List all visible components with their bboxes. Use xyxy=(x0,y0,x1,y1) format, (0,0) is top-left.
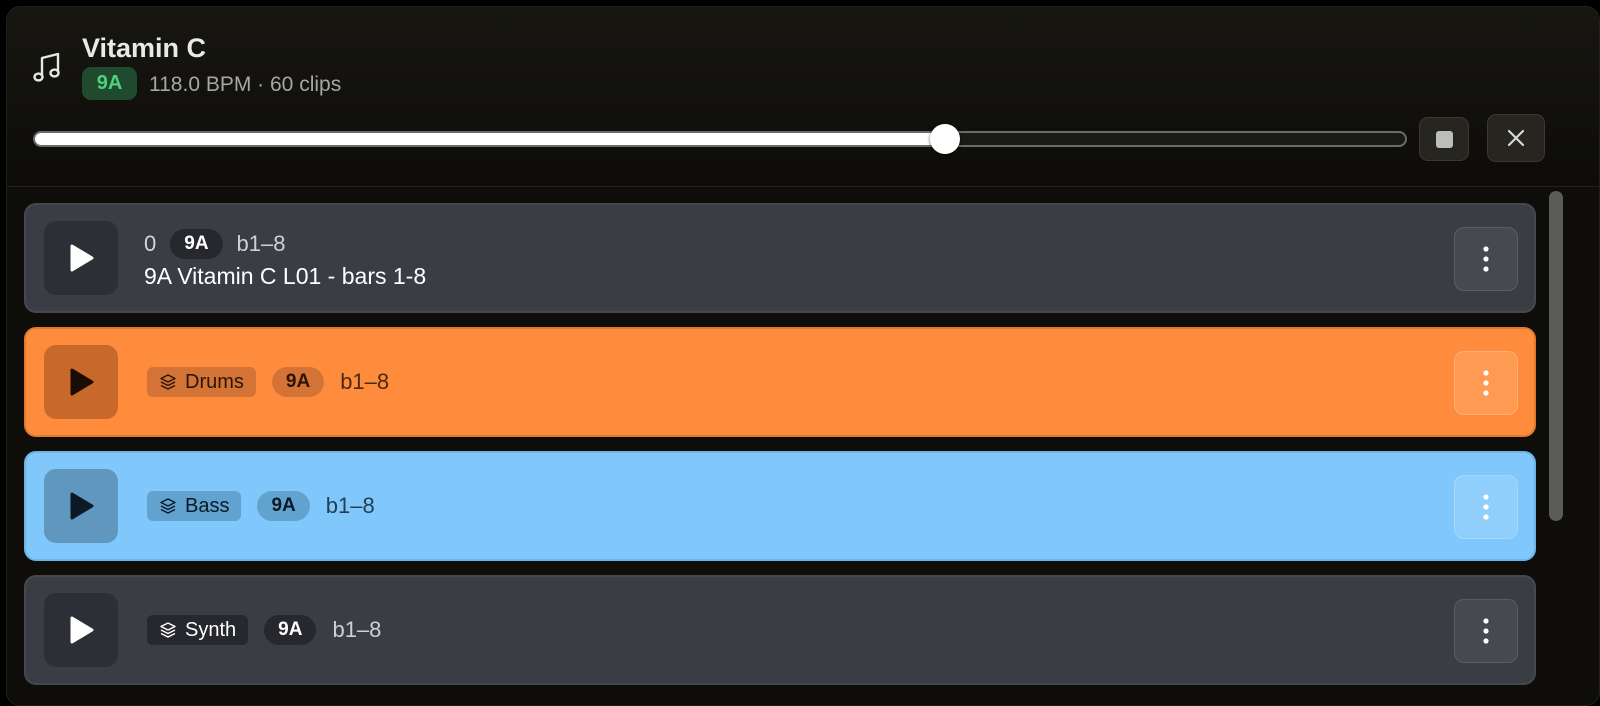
slider-fill xyxy=(35,133,945,145)
more-vertical-icon xyxy=(1483,494,1489,520)
clip-row[interactable]: Bass 9A b1–8 xyxy=(24,451,1536,561)
more-options-button[interactable] xyxy=(1454,227,1518,291)
layers-icon xyxy=(160,374,176,390)
clip-info-row: Drums 9A b1–8 xyxy=(147,365,389,399)
clip-row[interactable]: Synth 9A b1–8 xyxy=(24,575,1536,685)
clip-bars: b1–8 xyxy=(236,231,286,256)
player-panel: Vitamin C 9A 118.0 BPM · 60 clips 0 9A b… xyxy=(6,6,1600,706)
stem-tag: Drums xyxy=(147,367,256,397)
stem-tag: Synth xyxy=(147,615,249,645)
more-options-button[interactable] xyxy=(1454,475,1518,539)
player-header: Vitamin C 9A 118.0 BPM · 60 clips xyxy=(7,7,1599,187)
clip-key-badge: 9A xyxy=(257,491,310,521)
play-icon xyxy=(70,492,94,520)
more-vertical-icon xyxy=(1483,618,1489,644)
clip-key-badge: 9A xyxy=(271,367,325,397)
music-note-icon xyxy=(33,52,60,82)
clip-bars: b1–8 xyxy=(332,617,382,642)
stem-label: Synth xyxy=(185,618,237,641)
clip-row[interactable]: 0 9A b1–8 9A Vitamin C L01 - bars 1-8 xyxy=(24,203,1536,313)
clip-list[interactable]: 0 9A b1–8 9A Vitamin C L01 - bars 1-8 Dr… xyxy=(7,187,1599,705)
play-button[interactable] xyxy=(44,593,118,667)
play-icon xyxy=(70,244,94,272)
more-vertical-icon xyxy=(1483,246,1489,272)
clip-info-row: 0 9A b1–8 xyxy=(144,229,286,259)
stem-tag: Bass xyxy=(147,491,242,521)
stop-button[interactable] xyxy=(1419,117,1469,161)
key-badge: 9A xyxy=(82,67,137,100)
scrollbar[interactable] xyxy=(1549,191,1563,521)
stop-icon xyxy=(1435,130,1453,148)
playback-slider[interactable] xyxy=(33,119,1407,159)
play-button[interactable] xyxy=(44,345,118,419)
clip-row[interactable]: Drums 9A b1–8 xyxy=(24,327,1536,437)
clip-info-row: Bass 9A b1–8 xyxy=(147,489,375,523)
clip-name: 9A Vitamin C L01 - bars 1-8 xyxy=(144,263,427,289)
play-icon xyxy=(70,616,94,644)
slider-thumb[interactable] xyxy=(930,124,960,154)
stem-label: Drums xyxy=(185,370,244,393)
play-button[interactable] xyxy=(44,221,118,295)
track-meta: 118.0 BPM · 60 clips xyxy=(149,73,342,96)
more-options-button[interactable] xyxy=(1454,351,1518,415)
clip-bars: b1–8 xyxy=(340,369,390,394)
clip-info-row: Synth 9A b1–8 xyxy=(147,613,381,647)
play-icon xyxy=(70,368,94,396)
clip-key-badge: 9A xyxy=(170,229,223,259)
layers-icon xyxy=(160,622,176,638)
close-icon xyxy=(1507,129,1525,147)
layers-icon xyxy=(160,498,176,514)
close-button[interactable] xyxy=(1487,114,1545,162)
stem-label: Bass xyxy=(185,494,230,517)
clip-index: 0 xyxy=(144,231,157,256)
track-title: Vitamin C xyxy=(82,33,207,63)
clip-key-badge: 9A xyxy=(264,615,317,645)
play-button[interactable] xyxy=(44,469,118,543)
more-vertical-icon xyxy=(1483,370,1489,396)
clip-bars: b1–8 xyxy=(325,493,375,518)
more-options-button[interactable] xyxy=(1454,599,1518,663)
